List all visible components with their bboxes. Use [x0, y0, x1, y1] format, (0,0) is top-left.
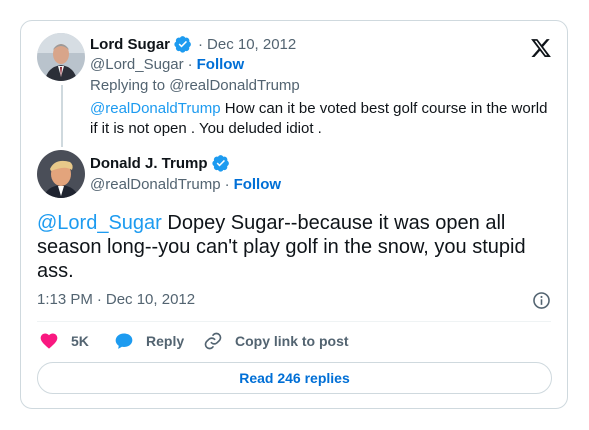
reply-button[interactable]: Reply — [114, 331, 184, 351]
info-icon[interactable] — [532, 291, 551, 310]
tweet-timestamp[interactable]: 1:13 PM · Dec 10, 2012 — [37, 291, 195, 308]
main-author-handle[interactable]: @realDonaldTrump — [90, 176, 221, 193]
verified-badge-icon — [211, 154, 230, 172]
read-replies-button[interactable]: Read 246 replies — [37, 362, 552, 394]
main-author-name[interactable]: Donald J. Trump — [90, 155, 208, 172]
speech-bubble-icon — [114, 331, 134, 351]
main-tweet-header: Donald J. Trump — [90, 154, 230, 172]
replying-to-handle[interactable]: @realDonaldTrump — [169, 77, 300, 94]
read-replies-label: Read 246 replies — [239, 370, 350, 386]
copy-link-label: Copy link to post — [235, 333, 349, 349]
main-tweet-text: @Lord_Sugar Dopey Sugar--because it was … — [37, 211, 537, 283]
main-mention-link[interactable]: @Lord_Sugar — [37, 212, 162, 234]
reply-date[interactable]: Dec 10, 2012 — [207, 36, 296, 53]
trump-avatar[interactable] — [37, 150, 85, 198]
follow-trump-button[interactable]: Follow — [234, 176, 282, 193]
reply-author-name[interactable]: Lord Sugar — [90, 36, 170, 53]
separator-dot: · — [224, 176, 230, 193]
embedded-tweet-card: Lord Sugar · Dec 10, 2012 @Lord_Sugar · … — [20, 20, 568, 409]
replying-to-prefix: Replying to — [90, 77, 166, 94]
reply-tweet-text: @realDonaldTrump How can it be voted bes… — [90, 99, 552, 139]
reply-author-handle[interactable]: @Lord_Sugar — [90, 56, 184, 73]
lord-sugar-avatar[interactable] — [37, 33, 85, 81]
tweet-time: 1:13 PM — [37, 291, 93, 308]
verified-badge-icon — [174, 35, 192, 53]
separator-dot: · — [187, 56, 193, 73]
reply-mention-link[interactable]: @realDonaldTrump — [90, 100, 221, 117]
separator-dot: · — [96, 291, 102, 308]
reply-handle-row: @Lord_Sugar · Follow — [90, 56, 244, 73]
replying-to-line: Replying to @realDonaldTrump — [90, 77, 300, 94]
link-icon — [203, 331, 223, 351]
thread-connector-line — [61, 85, 63, 147]
main-handle-row: @realDonaldTrump · Follow — [90, 176, 281, 193]
separator-dot: · — [198, 35, 204, 53]
reply-label: Reply — [146, 333, 185, 349]
x-logo-icon[interactable] — [530, 37, 552, 59]
tweet-date: Dec 10, 2012 — [105, 291, 196, 308]
likes-count: 5K — [71, 333, 89, 349]
heart-icon — [39, 331, 59, 351]
follow-lord-sugar-button[interactable]: Follow — [197, 56, 245, 73]
reply-tweet-header: Lord Sugar · Dec 10, 2012 — [90, 35, 296, 53]
actions-divider — [37, 321, 551, 322]
copy-link-button[interactable]: Copy link to post — [203, 331, 349, 351]
like-button[interactable]: 5K — [39, 331, 89, 351]
